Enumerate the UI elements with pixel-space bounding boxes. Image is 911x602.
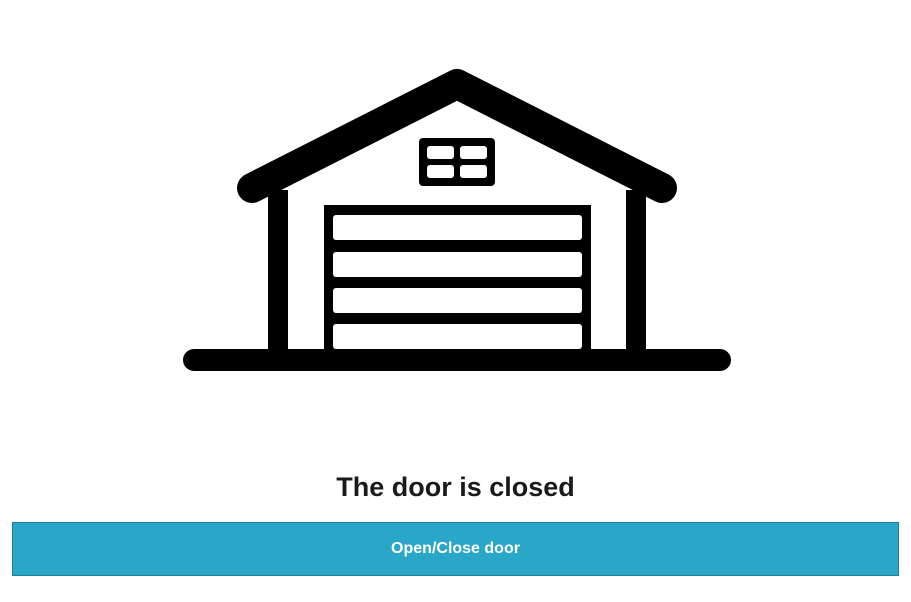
open-close-door-button[interactable]: Open/Close door bbox=[12, 522, 899, 576]
door-status-text: The door is closed bbox=[336, 472, 575, 502]
garage-closed-icon bbox=[0, 0, 911, 420]
garage-control-page: The door is closed Open/Close door bbox=[0, 0, 911, 602]
